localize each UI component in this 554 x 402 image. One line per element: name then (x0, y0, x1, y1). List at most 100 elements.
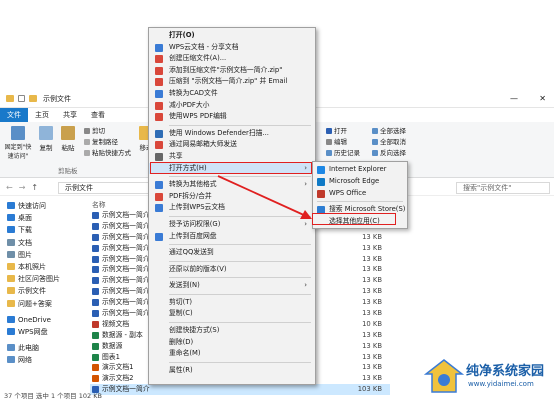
context-menu-item[interactable]: 创建快捷方式(S) (149, 325, 315, 337)
select-all-icon (372, 128, 378, 134)
context-menu-item-label: 发送到(N) (169, 281, 200, 290)
sidebar-item-label: 社区问答图片 (18, 275, 60, 284)
folder-icon (7, 275, 15, 283)
context-menu-item[interactable]: 使用WPS PDF编辑 (149, 111, 315, 123)
sidebar-item[interactable]: WPS网盘 (0, 326, 88, 338)
sidebar-item-label: 快速访问 (18, 202, 46, 210)
file-name: 数据源 - 副本 (102, 330, 143, 339)
menu-item-icon (155, 192, 163, 201)
sidebar-item[interactable]: 本机照片 (0, 261, 88, 273)
invert-label: 反向选择 (380, 149, 406, 157)
tab-share[interactable]: 共享 (56, 108, 84, 122)
file-name: 示例文档一简介 (102, 287, 150, 296)
menu-item-icon (155, 55, 163, 64)
context-menu-item-label: 共享 (169, 151, 183, 160)
sidebar-item[interactable]: OneDrive (0, 314, 88, 326)
invert-selection-button[interactable]: 反向选择 (372, 148, 406, 158)
paste-button[interactable]: 粘贴 (58, 126, 78, 152)
close-icon[interactable]: ✕ (539, 94, 546, 103)
cut-button[interactable]: 剪切 (84, 126, 105, 136)
context-menu-item[interactable]: 转换为CAD文件 (149, 88, 315, 100)
tab-home[interactable]: 主页 (28, 108, 56, 122)
status-text: 37 个项目 选中 1 个项目 102 KB (4, 392, 102, 400)
context-menu-item[interactable]: WPS云文档 - 分享文档 (149, 42, 315, 54)
context-menu-item[interactable]: 通过网易邮箱大师发送 (149, 139, 315, 151)
sidebar-item[interactable]: 问题+答案 (0, 298, 88, 310)
file-size: 13 KB (362, 309, 382, 318)
select-all-button[interactable]: 全部选择 (372, 126, 406, 136)
forward-icon[interactable]: → (19, 183, 26, 192)
context-menu-item[interactable]: 添加到压缩文件"示例文档一简介.zip" (149, 65, 315, 77)
file-icon (92, 255, 99, 263)
select-none-icon (372, 139, 378, 145)
sidebar-item[interactable]: 示例文件 (0, 285, 88, 297)
back-icon[interactable]: ← (6, 183, 13, 192)
context-menu-item[interactable]: 删除(D) (149, 337, 315, 349)
file-size: 13 KB (362, 341, 382, 350)
context-menu-item[interactable]: 还原以前的版本(V) (149, 264, 315, 276)
search-input[interactable]: 搜索"示例文件" (456, 182, 550, 194)
select-none-label: 全部取消 (380, 138, 406, 146)
context-menu-item-label: 还原以前的版本(V) (169, 264, 227, 273)
edit-button[interactable]: 编辑 (326, 137, 347, 147)
file-icon (92, 244, 99, 252)
file-icon (92, 310, 99, 318)
open-with-item-label: Microsoft Edge (329, 176, 380, 185)
context-menu-item[interactable]: 创建压缩文件(A)... (149, 53, 315, 65)
pin-label: 固定到"快速访问" (4, 144, 32, 160)
sidebar-item[interactable]: 快速访问 (0, 200, 88, 212)
annotation-arrow (217, 175, 312, 219)
select-none-button[interactable]: 全部取消 (372, 137, 406, 147)
sidebar-item-label: 示例文件 (18, 287, 46, 296)
paste-shortcut-button[interactable]: 粘贴快捷方式 (84, 148, 131, 158)
file-icon (92, 375, 99, 383)
menu-item-icon (155, 89, 163, 98)
copy-icon (39, 126, 53, 140)
open-with-item-label: WPS Office (329, 188, 367, 197)
context-menu-item[interactable]: 复制(C) (149, 308, 315, 320)
file-name: 图表1 (102, 352, 120, 361)
history-icon (326, 150, 332, 156)
tab-view[interactable]: 查看 (84, 108, 112, 122)
pin-button[interactable]: 固定到"快速访问" (4, 126, 32, 160)
copy-path-button[interactable]: 复制路径 (84, 137, 118, 147)
checkbox-icon[interactable] (18, 95, 25, 102)
sidebar-item[interactable]: 网络 (0, 354, 88, 366)
file-size: 13 KB (362, 330, 382, 339)
context-menu-item[interactable]: 通过QQ发送到 (149, 247, 315, 259)
sidebar-item[interactable]: 社区问答图片 (0, 273, 88, 285)
context-menu-item[interactable]: 发送到(N) › (149, 280, 315, 292)
sidebar-item[interactable]: 此电脑 (0, 342, 88, 354)
sidebar-item-label: 此电脑 (18, 344, 39, 353)
context-menu-item[interactable]: 剪切(T) (149, 297, 315, 309)
sidebar-item[interactable]: 下载 (0, 224, 88, 236)
scissors-icon (84, 128, 90, 134)
sidebar-item[interactable]: 桌面 (0, 212, 88, 224)
folder-icon (7, 327, 15, 335)
copy-button[interactable]: 复制 (36, 126, 56, 152)
sidebar-item[interactable]: 文档 (0, 237, 88, 249)
tab-file[interactable]: 文件 (0, 108, 28, 122)
menu-separator (169, 124, 311, 126)
context-menu-item[interactable]: 使用 Windows Defender扫描... (149, 128, 315, 140)
context-menu-item[interactable]: 减小PDF大小 (149, 100, 315, 112)
menu-item-icon (155, 152, 163, 161)
context-menu-item[interactable]: 共享 (149, 151, 315, 163)
up-icon[interactable]: ↑ (31, 183, 38, 192)
history-button[interactable]: 历史记录 (326, 148, 360, 158)
file-icon (92, 288, 99, 296)
address-path: 示例文件 (65, 184, 93, 192)
menu-item-icon (155, 113, 163, 122)
minimize-icon[interactable]: — (510, 94, 518, 103)
open-button[interactable]: 打开 (326, 126, 347, 136)
context-menu-item[interactable]: 属性(R) (149, 365, 315, 377)
sidebar-item-label: 图片 (18, 250, 32, 259)
sidebar-item-label: OneDrive (18, 315, 51, 324)
context-menu-item[interactable]: 打开(O) (149, 30, 315, 42)
sidebar-item-label: 网络 (18, 356, 32, 365)
context-menu-item[interactable]: 上传到百度网盘 (149, 231, 315, 243)
context-menu-item[interactable]: 重命名(M) (149, 348, 315, 360)
context-menu-item[interactable]: 压缩到 "示例文档一简介.zip" 并 Email (149, 76, 315, 88)
open-with-item-label: Internet Explorer (329, 165, 387, 173)
sidebar-item[interactable]: 图片 (0, 249, 88, 261)
